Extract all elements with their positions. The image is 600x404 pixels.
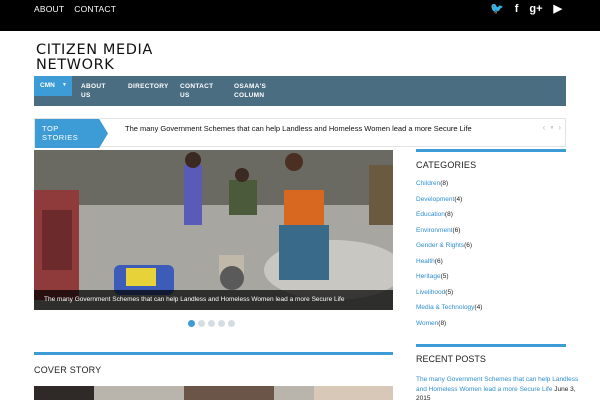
ticker-prev-icon[interactable]: ‹ xyxy=(543,123,546,133)
nav-item-label: CONTACT xyxy=(180,83,214,90)
categories-heading: CATEGORIES xyxy=(416,160,477,170)
chevron-down-icon: ▼ xyxy=(62,82,67,88)
youtube-icon[interactable]: ▶ xyxy=(554,3,562,15)
categories-divider xyxy=(416,149,566,152)
category-item: Health(6) xyxy=(416,257,571,273)
slider-dot[interactable] xyxy=(198,320,205,327)
site-title-line-1: CITIZEN MEDIA xyxy=(36,42,153,58)
featured-slide-image[interactable] xyxy=(34,150,393,310)
category-link[interactable]: Children xyxy=(416,180,440,187)
category-link[interactable]: Women xyxy=(416,320,438,327)
top-nav-contact-link[interactable]: CONTACT xyxy=(74,4,116,14)
ticker-pause-icon[interactable]: ⏸ xyxy=(550,123,553,133)
category-count: (8) xyxy=(440,180,449,187)
twitter-icon[interactable]: 🐦 xyxy=(490,3,504,15)
top-stories-label-line-1: TOP xyxy=(42,124,59,133)
top-bar: ABOUT CONTACT 🐦 f g+ ▶ xyxy=(0,0,600,31)
nav-item-label: OSAMA'S xyxy=(234,83,267,90)
social-links: 🐦 f g+ ▶ xyxy=(490,3,562,15)
top-stories-label: TOP STORIES xyxy=(35,119,108,148)
slider-dot[interactable] xyxy=(228,320,235,327)
category-link[interactable]: Development xyxy=(416,196,454,203)
category-item: Media & Technology(4) xyxy=(416,303,571,319)
top-nav: ABOUT CONTACT xyxy=(34,4,116,14)
category-link[interactable]: Heritage xyxy=(416,273,441,280)
nav-item-cmn-label: CMN xyxy=(40,82,55,89)
main-nav: CMN ▼ ABOUT US DIRECTORY CONTACT US OSAM… xyxy=(34,76,566,106)
nav-item-label: ABOUT xyxy=(81,83,106,90)
nav-item-osamas-column[interactable]: OSAMA'S COLUMN xyxy=(234,82,266,100)
slider-dot[interactable] xyxy=(218,320,225,327)
site-title-line-2: NETWORK xyxy=(36,57,115,73)
category-count: (5) xyxy=(440,273,449,280)
site-title[interactable]: CITIZEN MEDIA NETWORK xyxy=(36,43,153,73)
slide-caption[interactable]: The many Government Schemes that can hel… xyxy=(34,290,393,310)
nav-item-directory[interactable]: DIRECTORY xyxy=(128,82,169,91)
nav-item-label: COLUMN xyxy=(234,92,265,99)
recent-post-item: The many Government Schemes that can hel… xyxy=(416,375,586,404)
category-item: Children(8) xyxy=(416,179,571,195)
nav-item-about-us[interactable]: ABOUT US xyxy=(81,82,106,100)
categories-list: Children(8) Development(4) Education(8) … xyxy=(416,179,571,334)
category-link[interactable]: Environment xyxy=(416,227,453,234)
top-nav-about-link[interactable]: ABOUT xyxy=(34,4,64,14)
category-count: (6) xyxy=(452,226,461,234)
featured-slider[interactable]: The many Government Schemes that can hel… xyxy=(34,150,393,310)
category-count: (5) xyxy=(445,288,454,296)
slider-pagination xyxy=(188,320,235,327)
category-count: (4) xyxy=(474,304,483,311)
recent-posts-divider xyxy=(416,344,566,347)
slider-dot[interactable] xyxy=(188,320,195,327)
category-link[interactable]: Livelihood xyxy=(416,289,445,296)
cover-story-divider xyxy=(34,352,393,355)
nav-item-cmn[interactable]: CMN ▼ xyxy=(34,76,72,96)
google-plus-icon[interactable]: g+ xyxy=(529,3,542,15)
cover-story-heading: COVER STORY xyxy=(34,365,102,375)
recent-posts-heading: RECENT POSTS xyxy=(416,354,486,364)
slide-caption-text[interactable]: The many Government Schemes that can hel… xyxy=(44,296,344,303)
category-count: (6) xyxy=(464,242,473,249)
category-link[interactable]: Media & Technology xyxy=(416,304,474,311)
category-item: Environment(6) xyxy=(416,226,571,242)
category-count: (8) xyxy=(438,319,447,327)
category-count: (4) xyxy=(454,195,463,203)
cover-story-image[interactable] xyxy=(34,386,393,400)
nav-item-contact-us[interactable]: CONTACT US xyxy=(180,82,213,100)
category-count: (8) xyxy=(444,211,453,218)
category-item: Gender & Rights(6) xyxy=(416,241,571,257)
category-item: Livelihood(5) xyxy=(416,288,571,304)
category-link[interactable]: Education xyxy=(416,211,445,218)
facebook-icon[interactable]: f xyxy=(515,3,519,15)
category-item: Education(8) xyxy=(416,210,571,226)
category-link[interactable]: Health xyxy=(416,258,435,265)
slider-dot[interactable] xyxy=(208,320,215,327)
category-item: Women(8) xyxy=(416,319,571,335)
ticker-headline-link[interactable]: The many Government Schemes that can hel… xyxy=(125,124,472,133)
nav-item-label: US xyxy=(81,92,91,99)
nav-item-label: US xyxy=(180,92,190,99)
top-stories-label-line-2: STORIES xyxy=(42,133,79,142)
ticker-controls: ‹ ⏸ › xyxy=(543,123,561,133)
category-link[interactable]: Gender & Rights xyxy=(416,242,464,249)
top-stories-ticker: TOP STORIES The many Government Schemes … xyxy=(34,118,566,148)
category-item: Heritage(5) xyxy=(416,272,571,288)
category-count: (6) xyxy=(434,257,443,265)
ticker-next-icon[interactable]: › xyxy=(558,123,561,133)
category-item: Development(4) xyxy=(416,195,571,211)
nav-item-label: DIRECTORY xyxy=(128,83,169,90)
